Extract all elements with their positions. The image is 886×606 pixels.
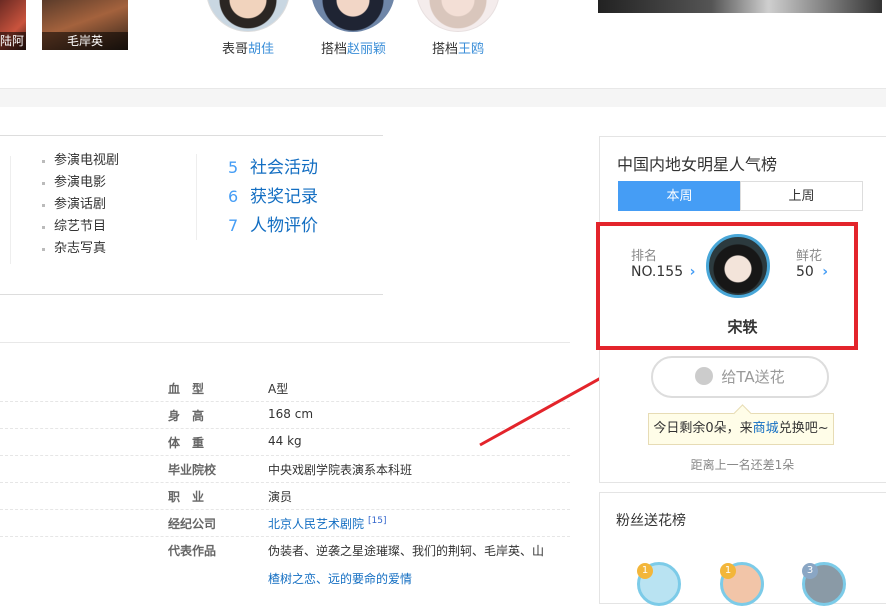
catalog-number: 5 [228,158,239,177]
fans-title: 粉丝送花榜 [616,513,686,529]
relation-name[interactable]: 胡佳 [248,42,274,57]
info-row-works: 代表作品 伪装者、逆袭之星途璀璨、我们的荆轲、毛岸英、山 楂树之恋、远的要命的爱… [0,536,570,587]
info-value: 中央戏剧学院表演系本科班 [268,463,413,477]
catalog-box: 参演电视剧 参演电影 参演话剧 综艺节目 杂志写真 5 社会活动 6 获奖记录 7人… [0,135,383,295]
related-work-thumb-left[interactable]: 陆阿 [0,0,26,50]
flowers-value[interactable]: 50 › [796,264,828,280]
top-banner-image[interactable] [598,0,882,13]
shop-link[interactable]: 商城 [753,421,779,436]
catalog-separator [10,156,11,264]
info-value: 168 cm [268,407,314,421]
info-row-agency: 经纪公司 北京人民艺术剧院 [15] [0,509,570,537]
info-key: 代表作品 [168,544,217,558]
avatar [416,0,500,32]
catalog-item-social[interactable]: 5 社会活动 [228,153,318,182]
send-flower-button[interactable]: 给TA送花 [651,356,829,398]
works-links-continued[interactable]: 楂树之恋、远的要命的爱情 [268,570,412,587]
catalog-main-list: 5 社会活动 6 获奖记录 7 人物评价 [228,153,318,240]
fan-rank-badge: 1 [637,563,653,579]
info-value: 44 kg [268,434,302,448]
catalog-sub-item[interactable]: 参演电影 [40,172,119,194]
agency-link[interactable]: 北京人民艺术剧院 [268,517,364,531]
ranking-title: 中国内地女明星人气榜 [617,155,778,174]
relation-type: 搭档 [321,42,348,57]
send-flower-label: 给TA送花 [721,368,785,386]
fan-rank-badge: 1 [720,563,736,579]
chevron-right-icon: › [822,264,829,280]
rank-label: 排名 [631,249,658,264]
catalog-sub-item[interactable]: 参演话剧 [40,194,119,216]
catalog-item-awards[interactable]: 6 获奖记录 [228,182,318,211]
info-key: 血 型 [168,382,205,396]
star-avatar[interactable] [706,234,770,298]
thumb-caption: 毛岸英 [42,32,128,50]
flowers-number: 50 [796,264,814,280]
tip-text-suffix: 兑换吧~ [778,421,829,436]
relation-label-3[interactable]: 搭档王鸥 [432,38,484,57]
relation-label-2[interactable]: 搭档赵丽颖 [321,38,386,57]
info-value: 演员 [268,490,293,504]
relation-name[interactable]: 赵丽颖 [347,42,386,57]
star-name[interactable]: 宋轶 [599,316,886,337]
info-row-school: 毕业院校 中央戏剧学院表演系本科班 [0,455,570,483]
relation-avatar-3[interactable] [416,0,500,32]
catalog-sub-item[interactable]: 参演电视剧 [40,150,119,172]
reference-link[interactable]: [15] [368,516,386,526]
catalog-label[interactable]: 社会活动 [250,158,318,178]
info-key: 职 业 [168,490,205,504]
relation-type: 表哥 [222,42,249,57]
avatar [311,0,395,32]
info-key: 体 重 [168,436,205,450]
flowers-label: 鲜花 [796,249,823,264]
tip-text: 今日剩余0朵，来 [653,421,753,436]
works-links[interactable]: 伪装者、逆袭之星途璀璨、我们的荆轲、毛岸英、山 [268,542,544,559]
flower-icon [695,367,714,385]
tab-this-week[interactable]: 本周 [618,181,741,211]
catalog-separator [196,154,197,240]
info-key: 身 高 [168,409,205,423]
catalog-label[interactable]: 获奖记录 [250,187,318,207]
info-row-occupation: 职 业 演员 [0,482,570,510]
rank-number: NO.155 [631,264,684,280]
catalog-number: 7 [228,216,239,235]
catalog-sub-item[interactable]: 杂志写真 [40,238,119,260]
tab-last-week[interactable]: 上周 [740,181,863,211]
info-key: 毕业院校 [168,463,217,477]
relation-name[interactable]: 王鸥 [458,42,484,57]
catalog-label[interactable]: 人物评价 [250,216,318,236]
catalog-item-reviews[interactable]: 7 人物评价 [228,211,318,240]
gap-text: 距离上一名还差1朵 [690,458,795,472]
relation-label-1[interactable]: 表哥胡佳 [222,38,274,57]
chevron-right-icon: › [689,264,696,280]
relation-avatar-2[interactable] [311,0,395,32]
catalog-number: 6 [228,187,239,206]
relation-avatar-1[interactable] [206,0,290,32]
fan-rank-badge: 3 [802,563,818,579]
info-key: 经纪公司 [168,517,217,531]
info-value-wrap: 北京人民艺术剧院 [15] [268,515,387,532]
catalog-sub-list: 参演电视剧 参演电影 参演话剧 综艺节目 杂志写真 [40,150,119,260]
section-divider [0,88,886,107]
relation-type: 搭档 [432,42,459,57]
info-value: A型 [268,382,289,396]
avatar [206,0,290,32]
thumb-caption: 陆阿 [0,32,26,50]
rank-value[interactable]: NO.155 › [631,264,695,280]
flower-tip: 今日剩余0朵，来商城兑换吧~ [648,413,834,445]
catalog-sub-item[interactable]: 综艺节目 [40,216,119,238]
related-work-thumb[interactable]: 毛岸英 [42,0,128,50]
